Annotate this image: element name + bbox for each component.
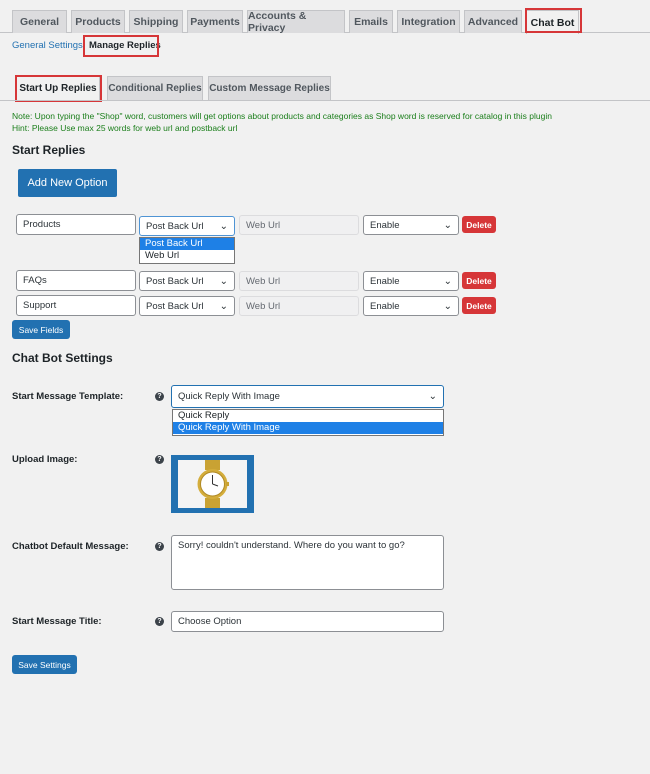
delete-button[interactable]: Delete	[462, 216, 496, 233]
tab-integration[interactable]: Integration	[397, 10, 460, 33]
option-type-dropdown: Post Back Url Web Url	[139, 237, 235, 264]
chatbot-default-message-textarea[interactable]: Sorry! couldn't understand. Where do you…	[171, 535, 444, 590]
question-circle-icon[interactable]: ?	[155, 617, 164, 626]
start-message-template-select[interactable]: Quick Reply With Image ⌄	[171, 385, 444, 408]
chevron-down-icon: ⌄	[219, 300, 228, 312]
option-status-select[interactable]: Enable ⌄	[363, 271, 459, 291]
chevron-down-icon: ⌄	[443, 275, 452, 287]
option-type-select[interactable]: Post Back Url ⌄	[139, 296, 235, 316]
option-status-select[interactable]: Enable ⌄	[363, 296, 459, 316]
tab-general[interactable]: General	[12, 10, 67, 33]
chevron-down-icon: ⌄	[219, 220, 228, 232]
chevron-down-icon: ⌄	[219, 275, 228, 287]
subnav-general-settings[interactable]: General Settings	[12, 40, 83, 51]
note-text: Note: Upon typing the "Shop" word, custo…	[12, 111, 552, 121]
option-status-value: Enable	[370, 300, 400, 312]
option-status-value: Enable	[370, 219, 400, 231]
option-status-select[interactable]: Enable ⌄	[363, 215, 459, 235]
dropdown-option-web-url[interactable]: Web Url	[140, 250, 234, 262]
option-type-value: Post Back Url	[146, 275, 204, 287]
template-dropdown: Quick Reply Quick Reply With Image	[172, 409, 444, 436]
subnav-highlight	[83, 35, 159, 57]
option-type-select[interactable]: Post Back Url ⌄	[139, 271, 235, 291]
start-message-template-label: Start Message Template:	[12, 391, 124, 402]
web-url-input[interactable]: Web Url	[239, 215, 359, 235]
web-url-input[interactable]: Web Url	[239, 296, 359, 316]
dropdown-option-quick-reply[interactable]: Quick Reply	[173, 410, 443, 422]
option-type-select[interactable]: Post Back Url ⌄	[139, 216, 235, 236]
tab-highlight	[525, 8, 582, 33]
tab-conditional-replies[interactable]: Conditional Replies	[107, 76, 203, 100]
watch-image-graphic	[178, 460, 247, 508]
option-name-input[interactable]: Support	[16, 295, 136, 316]
notes: Note: Upon typing the "Shop" word, custo…	[12, 110, 552, 134]
add-new-option-button[interactable]: Add New Option	[18, 169, 117, 197]
tab-shipping[interactable]: Shipping	[129, 10, 183, 33]
upload-image-preview[interactable]	[171, 455, 254, 513]
delete-button[interactable]: Delete	[462, 297, 496, 314]
tab-payments[interactable]: Payments	[187, 10, 243, 33]
delete-button[interactable]: Delete	[462, 272, 496, 289]
start-message-title-input[interactable]: Choose Option	[171, 611, 444, 632]
reply-tabs-divider	[0, 100, 650, 101]
start-message-title-label: Start Message Title:	[12, 616, 102, 627]
template-select-value: Quick Reply With Image	[178, 391, 280, 402]
option-type-value: Post Back Url	[146, 220, 204, 232]
option-name-input[interactable]: Products	[16, 214, 136, 235]
tab-products[interactable]: Products	[71, 10, 125, 33]
chevron-down-icon: ⌄	[443, 300, 452, 312]
tab-custom-message-replies[interactable]: Custom Message Replies	[208, 76, 331, 100]
hint-text: Hint: Please Use max 25 words for web ur…	[12, 123, 238, 133]
option-status-value: Enable	[370, 275, 400, 287]
question-circle-icon[interactable]: ?	[155, 392, 164, 401]
settings-tabs: General Products Shipping Payments Accou…	[0, 0, 650, 34]
option-name-input[interactable]: FAQs	[16, 270, 136, 291]
start-replies-heading: Start Replies	[12, 143, 86, 157]
save-settings-button[interactable]: Save Settings	[12, 655, 77, 674]
reply-tab-highlight	[15, 75, 102, 102]
tab-accounts-privacy[interactable]: Accounts & Privacy	[247, 10, 345, 34]
chatbot-default-message-label: Chatbot Default Message:	[12, 541, 129, 552]
chat-bot-settings-heading: Chat Bot Settings	[12, 351, 113, 365]
web-url-input[interactable]: Web Url	[239, 271, 359, 291]
dropdown-option-post-back-url[interactable]: Post Back Url	[140, 238, 234, 250]
watch-image	[178, 460, 247, 508]
chevron-down-icon: ⌄	[443, 219, 452, 231]
option-type-value: Post Back Url	[146, 300, 204, 312]
question-circle-icon[interactable]: ?	[155, 455, 164, 464]
tab-advanced[interactable]: Advanced	[464, 10, 522, 33]
save-fields-button[interactable]: Save Fields	[12, 320, 70, 339]
question-circle-icon[interactable]: ?	[155, 542, 164, 551]
tab-emails[interactable]: Emails	[349, 10, 393, 33]
chevron-down-icon: ⌄	[428, 391, 437, 402]
upload-image-label: Upload Image:	[12, 454, 78, 465]
dropdown-option-quick-reply-with-image[interactable]: Quick Reply With Image	[173, 422, 443, 434]
